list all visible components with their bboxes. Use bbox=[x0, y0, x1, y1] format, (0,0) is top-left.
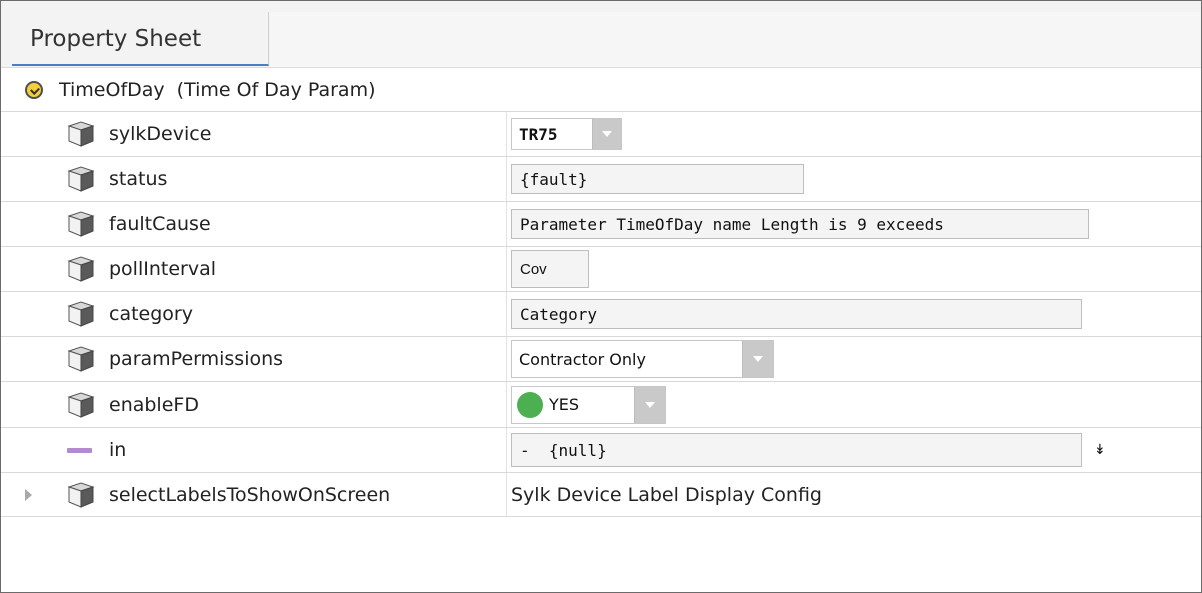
component-header[interactable]: TimeOfDay (Time Of Day Param) bbox=[1, 72, 1201, 108]
property-value-cell: Contractor Only bbox=[508, 337, 1201, 381]
in-field[interactable]: - {null} bbox=[511, 433, 1082, 467]
property-value-cell: Sylk Device Label Display Config bbox=[508, 473, 1201, 516]
tree-expand-arrow-icon[interactable] bbox=[25, 489, 32, 501]
property-row-parampermissions[interactable]: paramPermissions Contractor Only bbox=[1, 336, 1201, 381]
property-label: in bbox=[109, 439, 127, 461]
property-sheet-window: Property Sheet TimeOfDay (Time Of Day Pa… bbox=[0, 0, 1202, 593]
property-label: faultCause bbox=[109, 213, 211, 235]
property-row-enablefd[interactable]: enableFD YES bbox=[1, 381, 1201, 427]
status-green-dot-icon bbox=[517, 391, 543, 418]
property-grid: sylkDevice TR75 status {fault} faultCaus… bbox=[1, 111, 1201, 517]
property-value-cell: {fault} bbox=[508, 157, 1201, 201]
link-icon bbox=[67, 447, 92, 453]
select-value: YES bbox=[512, 387, 634, 423]
property-name-cell: status bbox=[61, 157, 507, 201]
property-name-cell: in bbox=[61, 428, 507, 472]
slot-cube-icon bbox=[67, 210, 95, 238]
property-label: enableFD bbox=[109, 393, 199, 416]
property-name-cell: enableFD bbox=[61, 382, 507, 427]
tab-bar-fill bbox=[270, 12, 1201, 67]
property-row-status[interactable]: status {fault} bbox=[1, 156, 1201, 201]
expand-down-icon[interactable]: ↡ bbox=[1094, 443, 1106, 457]
sylk-device-select[interactable]: TR75 bbox=[511, 118, 622, 150]
poll-interval-field[interactable]: Cov bbox=[511, 250, 589, 288]
property-label: selectLabelsToShowOnScreen bbox=[109, 483, 391, 506]
property-name-cell: paramPermissions bbox=[61, 337, 507, 381]
property-value-cell: Cov bbox=[508, 247, 1201, 291]
property-row-sylkdevice[interactable]: sylkDevice TR75 bbox=[1, 111, 1201, 156]
property-name-cell: faultCause bbox=[61, 202, 507, 246]
property-name-cell: category bbox=[61, 292, 507, 336]
property-label: pollInterval bbox=[109, 258, 217, 280]
fault-cause-field[interactable]: Parameter TimeOfDay name Length is 9 exc… bbox=[511, 209, 1089, 239]
select-value: TR75 bbox=[519, 124, 558, 144]
property-row-pollinterval[interactable]: pollInterval Cov bbox=[1, 246, 1201, 291]
status-field[interactable]: {fault} bbox=[511, 164, 804, 194]
slot-cube-icon bbox=[67, 165, 95, 193]
property-row-selectlabels[interactable]: selectLabelsToShowOnScreen Sylk Device L… bbox=[1, 472, 1201, 517]
property-value-cell: TR75 bbox=[508, 112, 1201, 156]
property-row-in[interactable]: in - {null} ↡ bbox=[1, 427, 1201, 472]
property-name-cell: sylkDevice bbox=[61, 112, 507, 156]
property-value-cell: YES bbox=[508, 382, 1201, 427]
category-field[interactable]: Category bbox=[511, 299, 1082, 329]
property-name-cell: pollInterval bbox=[61, 247, 507, 291]
label-display-config-text: Sylk Device Label Display Config bbox=[511, 483, 822, 506]
param-permissions-select[interactable]: Contractor Only bbox=[511, 340, 774, 378]
enable-fd-value: YES bbox=[549, 395, 580, 414]
property-label: sylkDevice bbox=[109, 123, 212, 145]
select-value: Contractor Only bbox=[519, 349, 646, 369]
component-name: TimeOfDay bbox=[59, 79, 165, 101]
chevron-down-icon[interactable] bbox=[591, 119, 621, 149]
slot-cube-icon bbox=[67, 120, 95, 148]
tab-property-sheet[interactable]: Property Sheet bbox=[12, 12, 269, 66]
property-row-category[interactable]: category Category bbox=[1, 291, 1201, 336]
property-label: status bbox=[109, 168, 168, 190]
tab-bar: Property Sheet bbox=[1, 1, 1201, 68]
chevron-down-icon[interactable] bbox=[633, 386, 665, 423]
clock-icon bbox=[25, 81, 43, 99]
enable-fd-select[interactable]: YES bbox=[511, 385, 666, 424]
chevron-down-icon[interactable] bbox=[742, 341, 773, 377]
property-value-cell: Category bbox=[508, 292, 1201, 336]
slot-cube-icon bbox=[67, 300, 95, 328]
component-type: (Time Of Day Param) bbox=[176, 79, 376, 101]
property-row-faultcause[interactable]: faultCause Parameter TimeOfDay name Leng… bbox=[1, 201, 1201, 246]
property-label: category bbox=[109, 303, 193, 325]
property-name-cell: selectLabelsToShowOnScreen bbox=[61, 473, 507, 516]
property-label: paramPermissions bbox=[109, 348, 284, 370]
slot-cube-icon bbox=[67, 345, 95, 373]
property-value-cell: Parameter TimeOfDay name Length is 9 exc… bbox=[508, 202, 1201, 246]
slot-cube-icon bbox=[67, 391, 95, 419]
slot-cube-icon bbox=[67, 481, 95, 509]
slot-cube-icon bbox=[67, 255, 95, 283]
